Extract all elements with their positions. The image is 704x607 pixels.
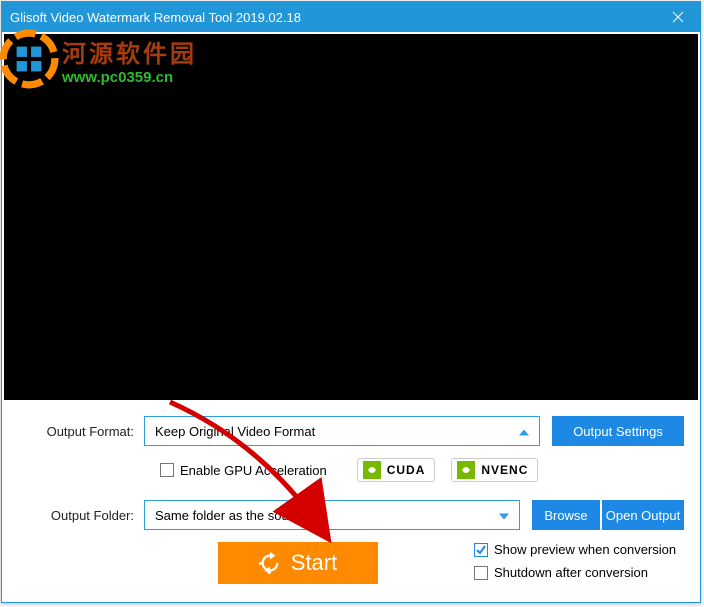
output-format-label: Output Format: <box>18 424 144 439</box>
post-options: Show preview when conversion Shutdown af… <box>474 542 684 588</box>
watermark-logo-icon <box>0 28 60 90</box>
gpu-acceleration-checkbox[interactable]: Enable GPU Acceleration <box>160 463 327 478</box>
refresh-icon <box>259 552 281 574</box>
watermark-url: www.pc0359.cn <box>62 69 197 86</box>
gpu-row: Enable GPU Acceleration CUDA NVENC <box>160 458 684 482</box>
bottom-row: Start Show preview when conversion Shutd… <box>18 542 684 588</box>
window-title: Glisoft Video Watermark Removal Tool 201… <box>10 10 655 25</box>
watermark-text: 河源软件园 www.pc0359.cn <box>62 34 197 86</box>
cuda-badge: CUDA <box>357 458 436 482</box>
output-folder-label: Output Folder: <box>18 508 144 523</box>
chevron-up-icon <box>519 424 529 439</box>
nvenc-label: NVENC <box>481 463 528 477</box>
output-format-row: Output Format: Keep Original Video Forma… <box>18 416 684 446</box>
start-label: Start <box>291 550 337 576</box>
checkbox-box-icon <box>160 463 174 477</box>
output-folder-value: Same folder as the source <box>155 508 307 523</box>
show-preview-label: Show preview when conversion <box>494 542 676 557</box>
open-output-button[interactable]: Open Output <box>602 500 684 530</box>
controls-panel: Output Format: Keep Original Video Forma… <box>2 402 700 602</box>
cuda-label: CUDA <box>387 463 426 477</box>
show-preview-checkbox[interactable]: Show preview when conversion <box>474 542 684 557</box>
app-window: Glisoft Video Watermark Removal Tool 201… <box>1 1 701 603</box>
output-format-value: Keep Original Video Format <box>155 424 315 439</box>
nvenc-badge: NVENC <box>451 458 538 482</box>
gpu-acceleration-label: Enable GPU Acceleration <box>180 463 327 478</box>
titlebar: Glisoft Video Watermark Removal Tool 201… <box>2 2 700 32</box>
shutdown-label: Shutdown after conversion <box>494 565 648 580</box>
browse-button[interactable]: Browse <box>532 500 600 530</box>
start-button[interactable]: Start <box>218 542 378 584</box>
close-button[interactable] <box>655 2 700 32</box>
output-format-select[interactable]: Keep Original Video Format <box>144 416 540 446</box>
checkbox-box-icon <box>474 566 488 580</box>
checkbox-box-icon <box>474 543 488 557</box>
start-wrap: Start <box>18 542 474 584</box>
shutdown-checkbox[interactable]: Shutdown after conversion <box>474 565 684 580</box>
nvidia-icon <box>457 461 475 479</box>
chevron-down-icon <box>499 508 509 523</box>
nvidia-icon <box>363 461 381 479</box>
watermark-chinese: 河源软件园 <box>62 34 197 69</box>
output-folder-select[interactable]: Same folder as the source <box>144 500 520 530</box>
video-preview: 河源软件园 www.pc0359.cn <box>4 34 698 400</box>
output-settings-button[interactable]: Output Settings <box>552 416 684 446</box>
close-icon <box>672 11 684 23</box>
output-folder-row: Output Folder: Same folder as the source… <box>18 500 684 530</box>
